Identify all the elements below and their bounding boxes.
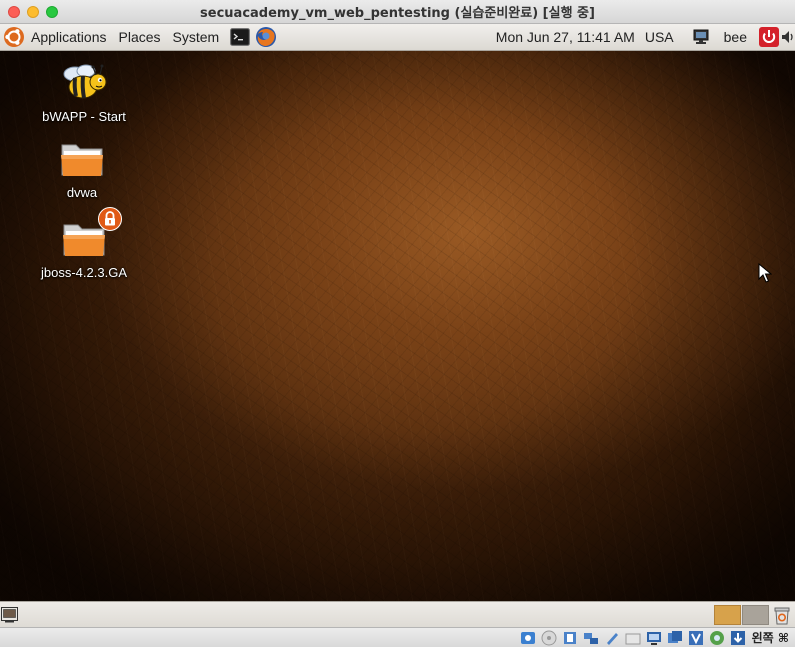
- username-label[interactable]: bee: [724, 29, 747, 45]
- folder-icon: [58, 137, 106, 181]
- virtualbox-status-bar: 왼쪽 ⌘: [0, 627, 795, 647]
- mouse-pointer-icon: [758, 263, 772, 283]
- applications-menu-label: Applications: [31, 29, 107, 45]
- desktop-icon-label: jboss-4.2.3.GA: [41, 265, 127, 280]
- applications-menu[interactable]: Applications: [0, 24, 113, 50]
- desktop-icon-dvwa[interactable]: dvwa: [27, 137, 137, 200]
- wallpaper-vignette: [0, 51, 795, 601]
- bottom-panel: [0, 601, 795, 627]
- trash-icon[interactable]: [772, 605, 792, 625]
- workspace-2[interactable]: [742, 605, 769, 625]
- system-menu-label: System: [172, 29, 220, 45]
- lock-icon: [98, 207, 122, 231]
- places-menu[interactable]: Places: [113, 24, 167, 50]
- system-menu[interactable]: System: [167, 24, 226, 50]
- desktop-icon-bwapp[interactable]: bWAPP - Start: [29, 61, 139, 124]
- window-minimize-button[interactable]: [27, 6, 39, 18]
- host-key-indicator[interactable]: 왼쪽 ⌘: [752, 629, 789, 646]
- keyboard-layout-indicator[interactable]: USA: [645, 29, 674, 45]
- volume-icon[interactable]: [781, 29, 795, 45]
- firefox-icon: [256, 27, 277, 47]
- window-title: secuacademy_vm_web_pentesting (실습준비완료) […: [200, 6, 595, 21]
- virtualization-icon[interactable]: [688, 630, 704, 646]
- network-monitor-icon[interactable]: [692, 29, 710, 45]
- window-zoom-button[interactable]: [46, 6, 58, 18]
- terminal-launcher[interactable]: [229, 26, 251, 48]
- desktop-icon-label: bWAPP - Start: [42, 109, 126, 124]
- shared-folders-icon[interactable]: [625, 630, 641, 646]
- power-icon[interactable]: [759, 27, 779, 47]
- bee-icon: [60, 61, 108, 105]
- usb-icon[interactable]: [604, 630, 620, 646]
- hard-disk-icon[interactable]: [520, 630, 536, 646]
- optical-drive-icon[interactable]: [541, 630, 557, 646]
- top-panel: Applications Places System Mon Jun 27, 1…: [0, 24, 795, 51]
- panel-clock[interactable]: Mon Jun 27, 11:41 AM: [496, 29, 635, 45]
- places-menu-label: Places: [118, 29, 161, 45]
- audio-icon[interactable]: [562, 630, 578, 646]
- display-icon[interactable]: [646, 630, 662, 646]
- network-icon[interactable]: [583, 630, 599, 646]
- ubuntu-logo-icon: [4, 27, 24, 47]
- desktop[interactable]: bWAPP - Start dvwa jboss-4.2.3.GA: [0, 51, 795, 601]
- desktop-icon-label: dvwa: [66, 185, 98, 200]
- folder-icon: [60, 207, 122, 261]
- workspace-1[interactable]: [714, 605, 741, 625]
- window-close-button[interactable]: [8, 6, 20, 18]
- desktop-icon-jboss[interactable]: jboss-4.2.3.GA: [29, 207, 139, 280]
- show-desktop-icon[interactable]: [1, 607, 18, 623]
- guest-additions-icon[interactable]: [709, 630, 725, 646]
- video-capture-icon[interactable]: [667, 630, 683, 646]
- vm-window-titlebar: secuacademy_vm_web_pentesting (실습준비완료) […: [0, 0, 795, 24]
- firefox-launcher[interactable]: [255, 26, 277, 48]
- download-arrow-icon[interactable]: [730, 630, 746, 646]
- terminal-icon: [230, 28, 251, 46]
